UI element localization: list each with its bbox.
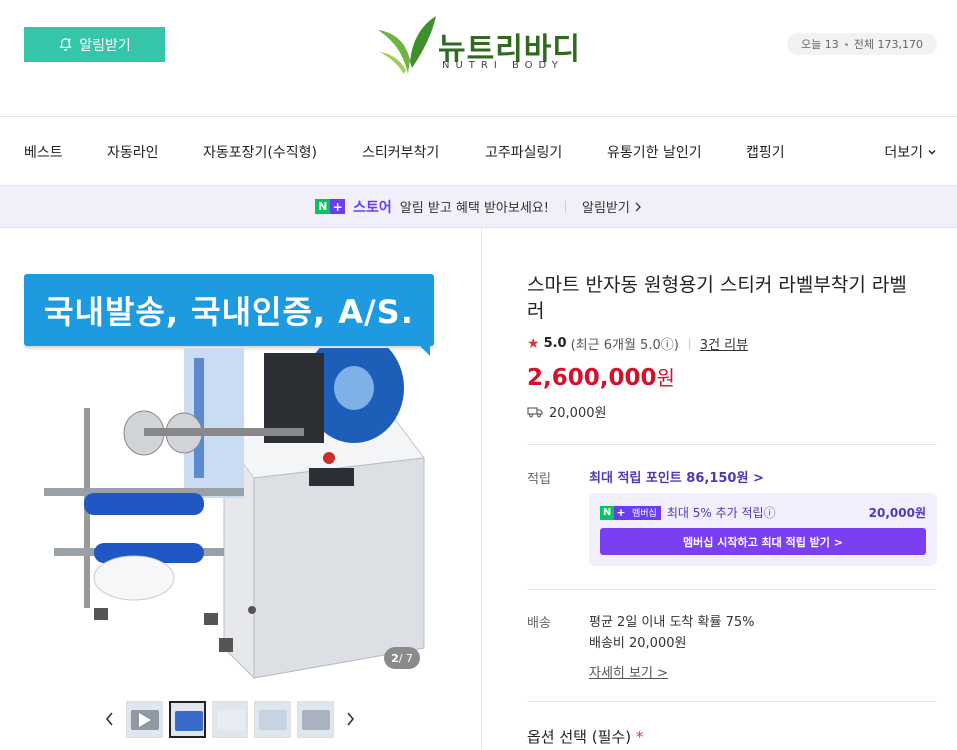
divider <box>527 701 937 702</box>
rating-divider <box>688 337 690 350</box>
shipping-eta: 평균 2일 이내 도착 확률 75% <box>589 615 755 630</box>
required-mark: * <box>635 728 644 746</box>
membership-badge-text: 멤버십 <box>628 505 661 520</box>
notification-subscribe-button[interactable]: 알림받기 <box>24 27 165 62</box>
store-notification-banner: N + 스토어 알림 받고 혜택 받아보세요! 알림받기 <box>0 186 957 228</box>
truck-icon <box>527 406 543 417</box>
nav-more-button[interactable]: 더보기 <box>884 142 937 162</box>
nav-item-induction-sealer[interactable]: 고주파실링기 <box>485 142 562 162</box>
visitor-counter: 오늘 13 전체 173,170 <box>787 33 937 55</box>
star-icon: ★ <box>527 335 540 352</box>
membership-row: N + 멤버십 최대 5% 추가 적립ⓘ 20,000원 <box>600 504 926 521</box>
category-nav: 베스트 자동라인 자동포장기(수직형) 스티커부착기 고주파실링기 유통기한 날… <box>0 117 957 186</box>
thumbnail-prev-button[interactable] <box>100 709 120 729</box>
play-icon <box>138 712 151 727</box>
thumbnail-image[interactable] <box>211 700 249 738</box>
nav-more-label: 더보기 <box>884 145 923 161</box>
membership-points-amount: 20,000원 <box>868 506 926 520</box>
shipping-fee-info: 배송비 20,000원 <box>589 636 687 651</box>
chevron-right-icon <box>635 202 641 211</box>
banner-message: 알림 받고 혜택 받아보세요! <box>399 201 549 216</box>
product-price: 2,600,000원 <box>527 362 675 391</box>
membership-extra-points[interactable]: 최대 5% 추가 적립ⓘ <box>667 504 776 521</box>
option-select-label: 옵션 선택 (필수) <box>527 728 632 746</box>
nav-item-best[interactable]: 베스트 <box>24 142 63 162</box>
site-logo[interactable]: 뉴트리바디 NUTRI BODY <box>376 12 586 78</box>
rating-recent: (최근 6개월 5.0ⓘ) <box>570 338 679 353</box>
nav-item-sticker-applicator[interactable]: 스티커부착기 <box>362 142 439 162</box>
label-applicator-machine-image <box>44 348 425 679</box>
visitor-today: 오늘 13 <box>801 38 839 51</box>
chevron-right-icon <box>347 712 355 726</box>
thumbnail-image[interactable] <box>297 700 335 738</box>
chevron-down-icon <box>928 150 936 155</box>
shipping-fee: 20,000원 <box>527 402 606 421</box>
rating-score: 5.0 <box>543 336 567 351</box>
logo-english-text: NUTRI BODY <box>442 60 564 71</box>
membership-badge-icon: N + 멤버십 <box>600 505 661 520</box>
thumbnail-video[interactable] <box>125 700 163 738</box>
price-amount: 2,600,000 <box>527 365 657 391</box>
divider <box>527 444 937 445</box>
banner-divider <box>564 200 566 213</box>
banner-subscribe-link[interactable]: 알림받기 <box>582 197 642 216</box>
shipping-info: 평균 2일 이내 도착 확률 75% 배송비 20,000원 <box>589 612 754 654</box>
thumbnail-image[interactable] <box>254 700 292 738</box>
leaf-logo-icon <box>378 16 436 74</box>
product-main-image[interactable]: 국내발송, 국내인증, A/S. <box>24 268 444 688</box>
nav-item-auto-line[interactable]: 자동라인 <box>107 142 159 162</box>
option-select-title: 옵션 선택 (필수) * <box>527 726 643 747</box>
review-count-link[interactable]: 3건 리뷰 <box>700 334 748 353</box>
column-divider <box>481 228 482 750</box>
thumbnail-strip <box>100 700 360 738</box>
nav-item-auto-packing[interactable]: 자동포장기(수직형) <box>203 142 317 162</box>
product-title: 스마트 반자동 원형용기 스티커 라벨부착기 라벨러 <box>527 274 907 322</box>
image-counter-total: / 7 <box>398 651 413 665</box>
divider <box>527 589 937 590</box>
price-currency: 원 <box>656 366 675 390</box>
points-label: 적립 <box>527 472 551 487</box>
nav-item-date-coder[interactable]: 유통기한 날인기 <box>607 142 702 162</box>
membership-start-button[interactable]: 멤버십 시작하고 최대 적립 받기 > <box>600 528 926 555</box>
image-counter-current: 2 <box>391 651 399 665</box>
naver-plus-store-icon: N + <box>315 199 346 214</box>
visitor-total: 전체 173,170 <box>853 38 923 51</box>
max-points-link[interactable]: 최대 적립 포인트 86,150원 > <box>589 467 764 486</box>
nav-item-capper[interactable]: 캡핑기 <box>746 142 785 162</box>
promo-banner: 국내발송, 국내인증, A/S. <box>24 274 434 346</box>
banner-subscribe-label: 알림받기 <box>581 201 630 216</box>
chevron-left-icon <box>105 712 113 726</box>
site-header: 알림받기 뉴트리바디 NUTRI BODY 오늘 13 전체 173,170 <box>0 0 957 117</box>
store-name: 스토어 <box>353 199 392 216</box>
shipping-label: 배송 <box>527 616 551 631</box>
product-rating: ★ 5.0 (최근 6개월 5.0ⓘ) 3건 리뷰 <box>527 334 748 354</box>
image-counter: 2 / 7 <box>384 647 420 669</box>
thumbnail-image-active[interactable] <box>168 700 206 738</box>
thumbnail-next-button[interactable] <box>340 709 360 729</box>
notification-subscribe-label: 알림받기 <box>79 37 131 54</box>
bell-plus-icon <box>59 38 72 51</box>
shipping-fee-value: 20,000원 <box>549 406 607 421</box>
membership-box: N + 멤버십 최대 5% 추가 적립ⓘ 20,000원 멤버십 시작하고 최대 적… <box>589 493 937 566</box>
separator-dot <box>844 42 848 46</box>
shipping-detail-link[interactable]: 자세히 보기 > <box>589 662 668 681</box>
